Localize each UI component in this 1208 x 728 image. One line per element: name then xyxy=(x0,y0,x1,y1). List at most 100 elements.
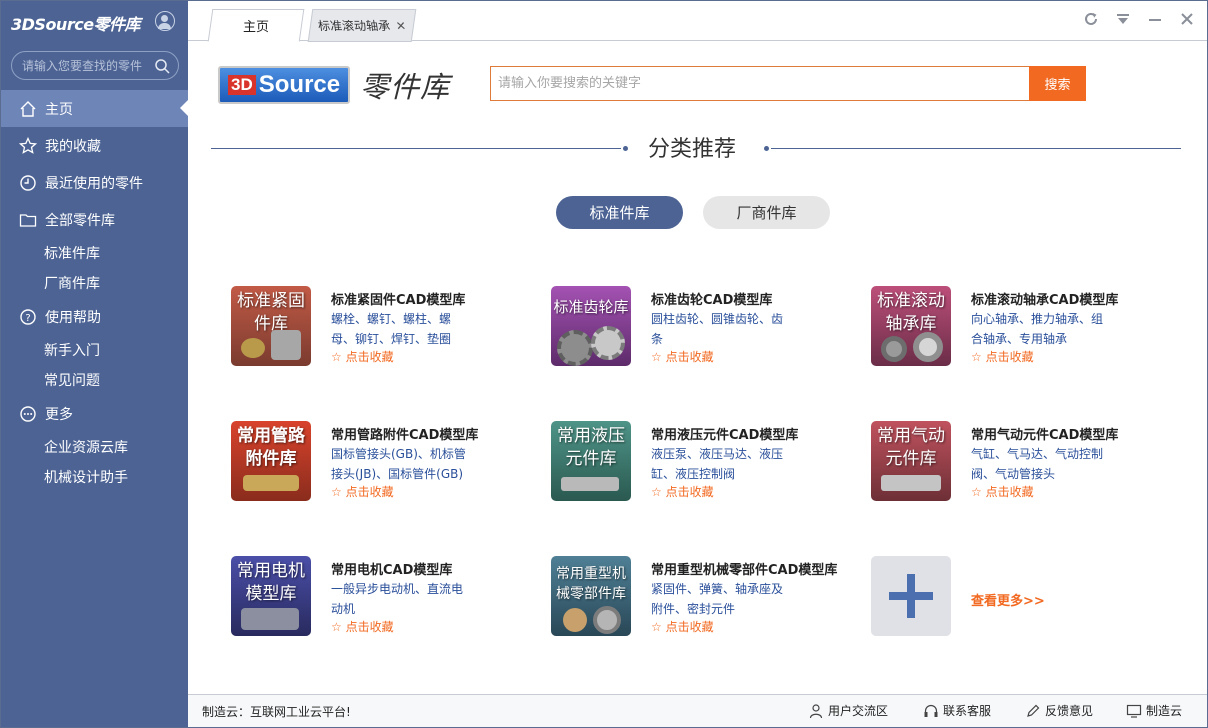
category-card: 标准齿轮库 标准齿轮CAD模型库 圆柱齿轮、圆锥齿轮、齿条 ☆ 点击收藏 xyxy=(551,286,851,368)
community-label: 用户交流区 xyxy=(828,704,889,718)
nav-design-assistant[interactable]: 机械设计助手 xyxy=(44,467,128,487)
favorite-button[interactable]: ☆ 点击收藏 xyxy=(971,483,1034,500)
cloud-link[interactable]: 制造云 xyxy=(1126,702,1182,719)
status-text: 制造云：互联网工业云平台! xyxy=(202,705,351,719)
nav-standard-library[interactable]: 标准件库 xyxy=(44,243,100,263)
main-search-input[interactable] xyxy=(491,67,1029,100)
tab-bearing-wrap: 标准滚动轴承 ✕ xyxy=(317,17,407,34)
tab-bearing-label: 标准滚动轴承 xyxy=(317,19,392,33)
heavy-part-image xyxy=(563,608,587,632)
pencil-icon xyxy=(1027,704,1040,717)
logo-badge: 3D Source xyxy=(218,66,351,104)
category-card: 常用电机 模型库 常用电机CAD模型库 一般异步电动机、直流电动机 ☆ 点击收藏 xyxy=(231,556,531,638)
card-description[interactable]: 气缸、气马达、气动控制阀、气动管接头 xyxy=(971,444,1113,484)
part-image xyxy=(241,338,265,358)
nav-more-label: 更多 xyxy=(45,406,73,423)
card-title[interactable]: 标准滚动轴承CAD模型库 xyxy=(971,289,1118,308)
card-thumbnail[interactable]: 标准紧固 件库 xyxy=(231,286,311,366)
nav-favorites-label: 我的收藏 xyxy=(45,138,101,155)
tab-home[interactable]: 主页 xyxy=(207,9,305,42)
customer-service-link[interactable]: 联系客服 xyxy=(923,702,991,719)
nav-help[interactable]: ? 使用帮助 xyxy=(1,298,188,335)
logo-source: Source xyxy=(258,71,341,98)
sidebar-search-input[interactable] xyxy=(22,57,147,75)
card-title[interactable]: 常用管路附件CAD模型库 xyxy=(331,424,478,443)
favorite-button[interactable]: ☆ 点击收藏 xyxy=(331,618,394,635)
section-divider-left xyxy=(211,148,621,149)
card-title[interactable]: 标准齿轮CAD模型库 xyxy=(651,289,772,308)
card-thumbnail[interactable]: 常用气动 元件库 xyxy=(871,421,951,501)
monitor-icon xyxy=(1126,704,1142,718)
brand-logo: 3D Source 零件库 xyxy=(218,64,450,106)
card-thumbnail[interactable]: 常用液压 元件库 xyxy=(551,421,631,501)
tab-bar: 主页 标准滚动轴承 ✕ xyxy=(188,1,1207,42)
card-thumbnail[interactable]: 常用重型机 械零部件库 xyxy=(551,556,631,636)
favorite-button[interactable]: ☆ 点击收藏 xyxy=(971,348,1034,365)
card-description[interactable]: 液压泵、液压马达、液压缸、液压控制阀 xyxy=(651,444,793,484)
tab-standard-bearing[interactable]: 标准滚动轴承 ✕ xyxy=(307,9,417,42)
nav-faq[interactable]: 常见问题 xyxy=(44,370,100,390)
search-button[interactable]: 搜索 xyxy=(1029,66,1086,101)
card-title[interactable]: 常用液压元件CAD模型库 xyxy=(651,424,798,443)
nav-vendor-library[interactable]: 厂商件库 xyxy=(44,273,100,293)
part-image xyxy=(271,330,301,360)
thumb-label: 标准滚动 轴承库 xyxy=(877,291,945,334)
card-thumbnail[interactable]: 标准滚动 轴承库 xyxy=(871,286,951,366)
thumb-label: 常用液压 元件库 xyxy=(557,426,625,469)
main-panel: 主页 标准滚动轴承 ✕ 3D Source 零件库 请输入你要搜索的关键字 搜索… xyxy=(188,1,1207,727)
card-title[interactable]: 常用电机CAD模型库 xyxy=(331,559,452,578)
favorite-button[interactable]: ☆ 点击收藏 xyxy=(651,348,714,365)
star-icon xyxy=(19,136,37,154)
search-icon[interactable] xyxy=(154,58,170,74)
card-title[interactable]: 常用气动元件CAD模型库 xyxy=(971,424,1118,443)
toggle-vendor-library[interactable]: 厂商件库 xyxy=(703,196,830,229)
card-title[interactable]: 常用重型机械零部件CAD模型库 xyxy=(651,559,837,578)
toggle-standard-library[interactable]: 标准件库 xyxy=(556,196,683,229)
nav-all-parts[interactable]: 全部零件库 xyxy=(1,201,188,238)
feedback-link[interactable]: 反馈意见 xyxy=(1025,702,1093,719)
favorite-button[interactable]: ☆ 点击收藏 xyxy=(331,483,394,500)
thumb-label: 标准齿轮库 xyxy=(553,298,629,316)
card-thumbnail[interactable]: 常用管路 附件库 xyxy=(231,421,311,501)
close-window-icon[interactable] xyxy=(1179,11,1195,27)
card-description[interactable]: 螺栓、螺钉、螺柱、螺母、铆钉、焊钉、垫圈 xyxy=(331,309,473,349)
user-avatar-icon[interactable] xyxy=(155,11,175,31)
card-description[interactable]: 圆柱齿轮、圆锥齿轮、齿条 xyxy=(651,309,793,349)
nav-more[interactable]: 更多 xyxy=(1,395,188,432)
nav-favorites[interactable]: 我的收藏 xyxy=(1,127,188,164)
card-description[interactable]: 一般异步电动机、直流电动机 xyxy=(331,579,473,619)
view-more-link[interactable]: 查看更多>> xyxy=(971,590,1045,609)
cloud-label: 制造云 xyxy=(1146,704,1183,718)
nav-recent[interactable]: 最近使用的零件 xyxy=(1,164,188,201)
refresh-icon[interactable] xyxy=(1083,11,1099,27)
section-divider-right xyxy=(771,148,1181,149)
thumb-label: 常用气动 元件库 xyxy=(877,426,945,469)
help-icon: ? xyxy=(20,308,36,325)
close-icon[interactable]: ✕ xyxy=(395,19,407,33)
headset-icon xyxy=(924,704,938,717)
folder-icon xyxy=(19,213,37,227)
category-card: 常用管路 附件库 常用管路附件CAD模型库 国标管接头(GB)、机标管接头(JB… xyxy=(231,421,531,503)
gear-image xyxy=(557,330,593,366)
favorite-button[interactable]: ☆ 点击收藏 xyxy=(331,348,394,365)
window-controls xyxy=(1083,11,1195,27)
dropdown-menu-icon[interactable] xyxy=(1115,11,1131,27)
favorite-button[interactable]: ☆ 点击收藏 xyxy=(651,483,714,500)
nav-enterprise-cloud[interactable]: 企业资源云库 xyxy=(44,437,128,457)
view-more-card: 查看更多>> xyxy=(871,556,1171,638)
app-brand: 3DSource零件库 xyxy=(11,15,141,34)
plus-icon[interactable] xyxy=(871,556,951,636)
thumb-label: 常用重型机 械零部件库 xyxy=(556,566,626,602)
svg-text:?: ? xyxy=(25,313,30,324)
card-thumbnail[interactable]: 标准齿轮库 xyxy=(551,286,631,366)
card-thumbnail[interactable]: 常用电机 模型库 xyxy=(231,556,311,636)
nav-home[interactable]: 主页 xyxy=(1,90,188,127)
card-description[interactable]: 紧固件、弹簧、轴承座及附件、密封元件 xyxy=(651,579,793,619)
card-description[interactable]: 向心轴承、推力轴承、组合轴承、专用轴承 xyxy=(971,309,1113,349)
card-title[interactable]: 标准紧固件CAD模型库 xyxy=(331,289,465,308)
community-link[interactable]: 用户交流区 xyxy=(808,702,888,719)
nav-beginner[interactable]: 新手入门 xyxy=(44,340,100,360)
minimize-icon[interactable] xyxy=(1147,11,1163,27)
favorite-button[interactable]: ☆ 点击收藏 xyxy=(651,618,714,635)
card-description[interactable]: 国标管接头(GB)、机标管接头(JB)、国标管件(GB) xyxy=(331,444,476,484)
